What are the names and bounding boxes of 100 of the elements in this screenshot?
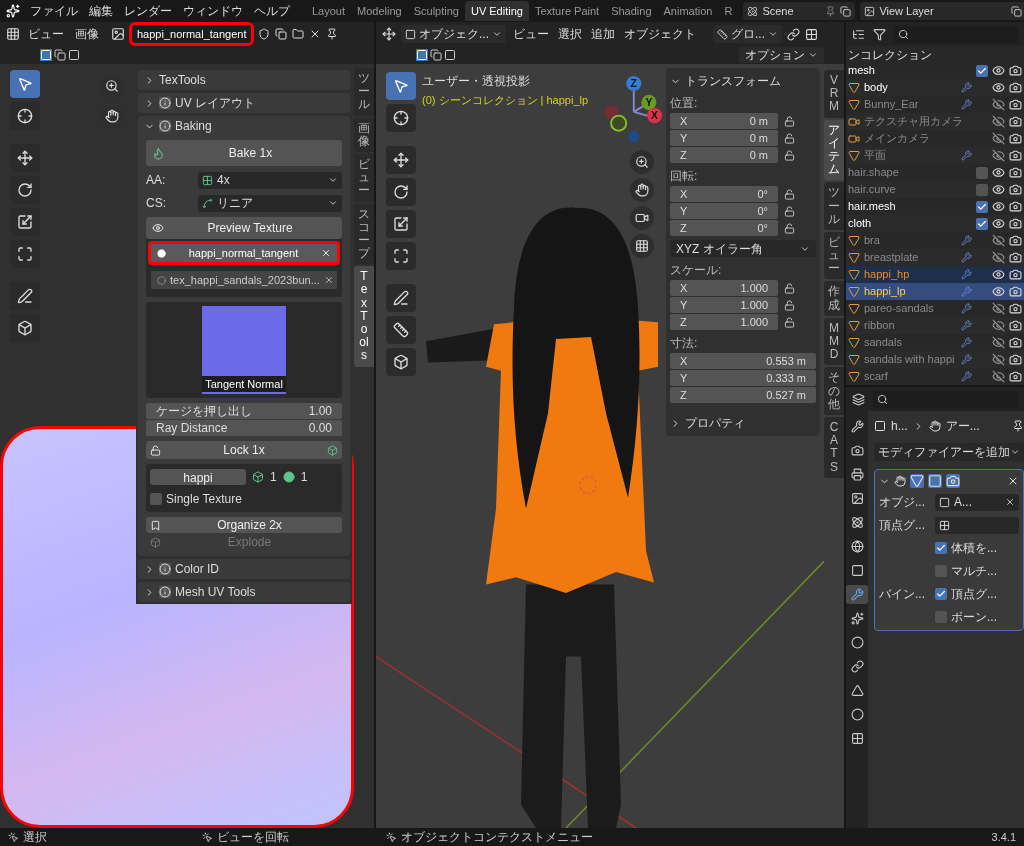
rotate-tool[interactable] <box>10 176 40 204</box>
side-tab[interactable]: ビュー <box>354 153 374 202</box>
unlock-icon[interactable] <box>784 222 795 234</box>
side-tab[interactable]: アイテム <box>824 119 844 181</box>
side-tab[interactable]: その他 <box>824 367 844 415</box>
number-field[interactable]: X 0° <box>670 186 778 202</box>
number-field[interactable]: Z 0.527 m <box>670 387 816 403</box>
render-camera-icon[interactable] <box>1009 166 1022 179</box>
render-camera-icon[interactable] <box>1009 132 1022 145</box>
eye-icon[interactable] <box>992 217 1005 230</box>
outliner-row[interactable]: cloth <box>846 215 1024 232</box>
eye-closed-icon[interactable] <box>992 353 1005 366</box>
number-field[interactable]: Y 0° <box>670 203 778 219</box>
outliner-row[interactable]: メインカメラ <box>846 130 1024 147</box>
box-tool[interactable] <box>10 314 40 342</box>
navigation-gizmo[interactable]: Z Y X <box>596 72 664 146</box>
link-icon[interactable] <box>787 27 801 41</box>
render-icon[interactable] <box>946 474 960 488</box>
checkbox[interactable] <box>976 64 988 77</box>
render-camera-icon[interactable] <box>1009 319 1022 332</box>
search-field[interactable] <box>894 25 1018 43</box>
workspace-tab[interactable]: Shading <box>605 1 658 21</box>
transform-tool[interactable] <box>10 240 40 268</box>
workspace-tab[interactable]: Texture Paint <box>528 1 606 21</box>
dropdown[interactable]: 4x <box>198 171 342 189</box>
eye-icon[interactable] <box>992 166 1005 179</box>
checkbox[interactable] <box>935 588 947 600</box>
eye-icon[interactable] <box>992 81 1005 94</box>
options-dropdown[interactable]: オプション <box>739 47 824 63</box>
side-tab[interactable]: ツール <box>824 182 844 230</box>
select-mode-icon[interactable] <box>54 49 66 61</box>
bake-button[interactable]: Bake 1x <box>146 140 342 166</box>
number-field[interactable]: Y 0 m <box>670 130 778 146</box>
render-camera-icon[interactable] <box>1009 268 1022 281</box>
menu-item[interactable]: レンダー <box>119 2 177 20</box>
scale-tool[interactable] <box>386 210 416 238</box>
eye-icon[interactable] <box>992 200 1005 213</box>
number-field[interactable]: X 1.000 <box>670 280 778 296</box>
render-camera-icon[interactable] <box>1009 251 1022 264</box>
dropdown[interactable]: リニア <box>198 194 342 212</box>
editor-type-icon[interactable] <box>382 27 396 41</box>
move-tool[interactable] <box>386 146 416 174</box>
unlock-icon[interactable] <box>784 188 795 200</box>
eye-closed-icon[interactable] <box>992 251 1005 264</box>
close-icon[interactable] <box>1007 475 1019 487</box>
view-layer-field[interactable]: View Layer <box>860 2 1024 20</box>
folder-icon[interactable] <box>292 28 305 40</box>
checkbox[interactable] <box>976 166 988 179</box>
menu-item[interactable]: 選択 <box>556 25 584 43</box>
cursor-tool[interactable] <box>386 104 416 132</box>
panel-header[interactable]: TexTools <box>138 70 350 90</box>
render-camera-icon[interactable] <box>1009 149 1022 162</box>
checkbox[interactable] <box>976 217 988 230</box>
camera-button[interactable] <box>630 206 654 230</box>
editor-type-icon[interactable] <box>6 27 20 41</box>
workspace-tab[interactable]: UV Editing <box>464 1 529 21</box>
outliner-row[interactable]: テクスチャ用カメラ <box>846 113 1024 130</box>
outliner-row[interactable]: scarf <box>846 368 1024 385</box>
add-cube-tool[interactable] <box>386 348 416 376</box>
number-field[interactable]: Y 1.000 <box>670 297 778 313</box>
unlock-icon[interactable] <box>784 299 795 311</box>
unlock-icon[interactable] <box>784 282 795 294</box>
menu-item[interactable]: 画像 <box>72 25 102 43</box>
lock-button[interactable]: Lock 1x <box>146 441 342 459</box>
outliner-row[interactable]: 平面 <box>846 147 1024 164</box>
select-tool[interactable] <box>10 70 40 98</box>
render-camera-icon[interactable] <box>1009 370 1022 383</box>
render-camera-icon[interactable] <box>1009 234 1022 247</box>
side-tab[interactable]: 画像 <box>354 117 374 152</box>
transform-tool[interactable] <box>386 242 416 270</box>
rotate-tool[interactable] <box>386 178 416 206</box>
panel-header[interactable]: Mesh UV Tools <box>138 582 350 602</box>
workspace-tab[interactable]: Modeling <box>351 1 408 21</box>
checkbox[interactable] <box>935 542 947 554</box>
modifier-tab[interactable] <box>846 585 868 604</box>
eye-closed-icon[interactable] <box>992 98 1005 111</box>
checkbox[interactable] <box>976 200 988 213</box>
unlock-icon[interactable] <box>784 316 795 328</box>
filter-icon[interactable] <box>873 27 886 41</box>
outliner-row[interactable]: happi_lp <box>846 283 1024 300</box>
outliner-row[interactable]: hair.shape <box>846 164 1024 181</box>
object-field[interactable]: A... <box>935 493 1019 511</box>
vertex-group-field[interactable] <box>935 516 1019 534</box>
select-mode-icon[interactable] <box>68 49 80 61</box>
outliner-row[interactable]: Bunny_Ear <box>846 96 1024 113</box>
checkbox[interactable] <box>150 493 162 505</box>
number-field[interactable]: ケージを押し出し 1.00 <box>146 403 342 419</box>
pin-icon[interactable] <box>326 28 339 40</box>
side-tab[interactable]: スコープ <box>354 203 374 265</box>
render-camera-icon[interactable] <box>1009 285 1022 298</box>
unlock-icon[interactable] <box>784 205 795 217</box>
side-tab[interactable]: ビュー <box>824 231 844 280</box>
render-camera-icon[interactable] <box>1009 98 1022 111</box>
menu-item[interactable]: ウィンドウ <box>178 2 248 20</box>
menu-item[interactable]: ファイル <box>25 2 83 20</box>
eye-closed-icon[interactable] <box>992 149 1005 162</box>
workspace-tab[interactable]: R <box>718 1 739 21</box>
number-field[interactable]: X 0.553 m <box>670 353 816 369</box>
side-tab[interactable]: 作成 <box>824 281 844 316</box>
scene-field[interactable]: Scene <box>743 2 856 20</box>
